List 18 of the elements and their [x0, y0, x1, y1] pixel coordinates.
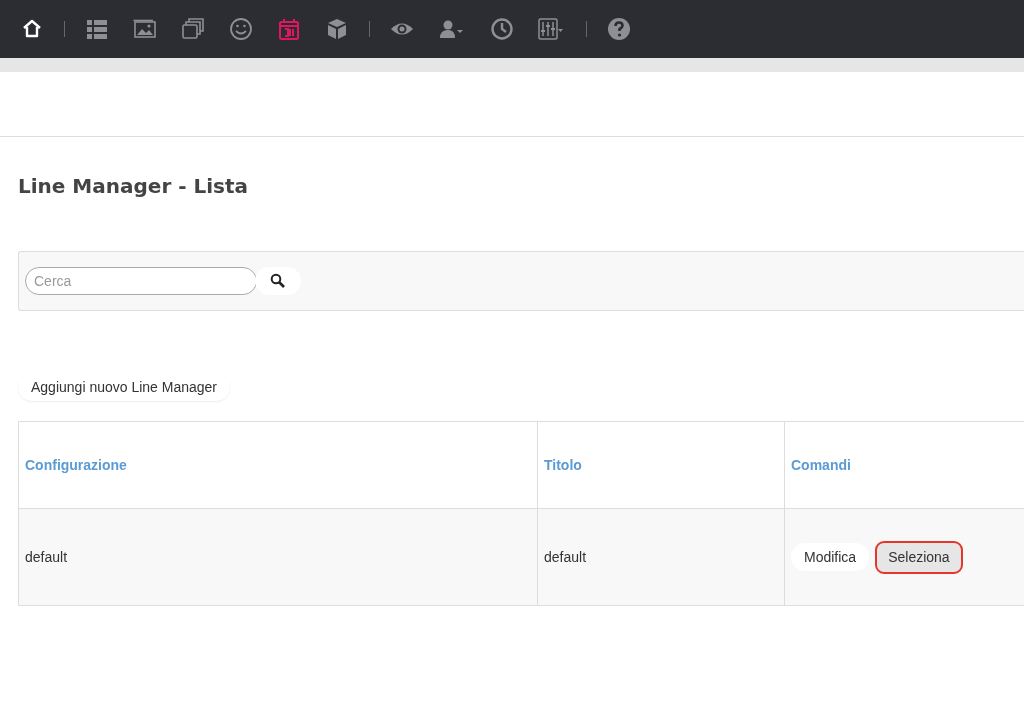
box-icon[interactable]: [325, 17, 349, 41]
command-button[interactable]: Seleziona: [875, 540, 963, 574]
clock-icon[interactable]: [490, 17, 514, 41]
sliders-icon[interactable]: [538, 17, 566, 41]
table-cell: default: [537, 508, 785, 606]
add-button[interactable]: Aggiungi nuovo Line Manager: [18, 373, 231, 401]
help-icon[interactable]: [607, 17, 631, 41]
windows-icon[interactable]: [181, 17, 205, 41]
image-icon[interactable]: [133, 17, 157, 41]
search-icon: [270, 273, 286, 289]
list-icon[interactable]: [85, 17, 109, 41]
table-cell: default: [18, 508, 538, 606]
command-button[interactable]: Modifica: [791, 543, 870, 571]
search-field[interactable]: Cerca: [25, 267, 257, 295]
page-title: Line Manager - Lista: [18, 174, 250, 198]
smile-icon[interactable]: [229, 17, 253, 41]
calendar-icon[interactable]: [277, 17, 301, 41]
search-button[interactable]: [255, 267, 301, 295]
